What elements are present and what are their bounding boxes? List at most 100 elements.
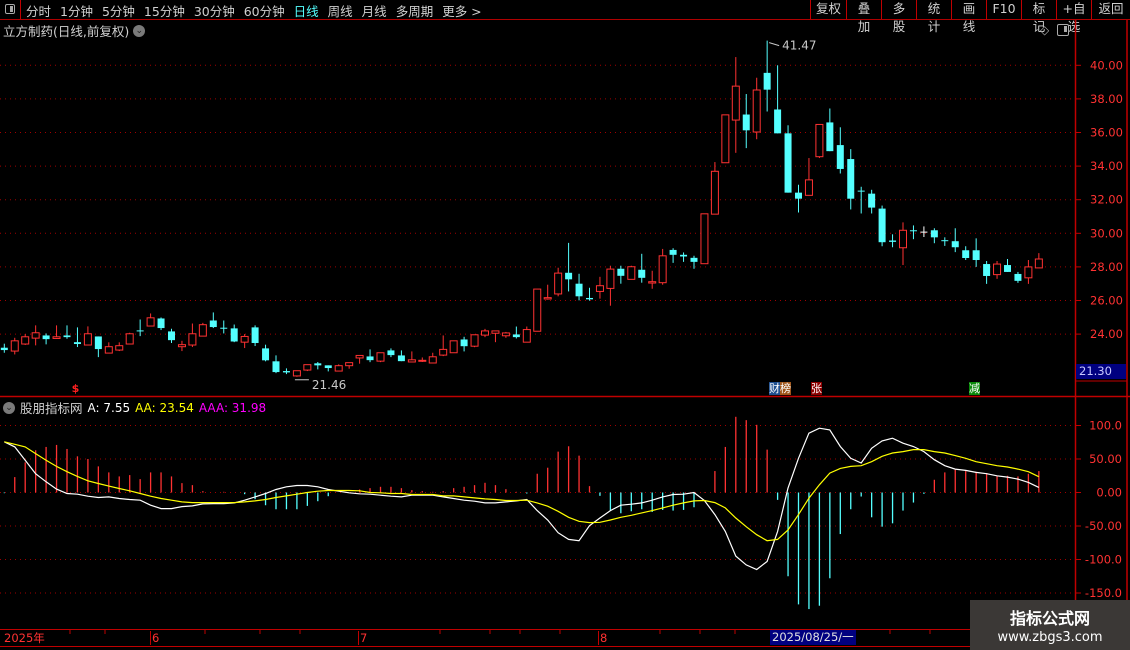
candle-body-down: [680, 254, 688, 257]
price-tick-label: 38.00: [1090, 92, 1123, 106]
indicator-tick-label: 0.00: [1096, 486, 1122, 500]
legend-aaa: AAA: 31.98: [198, 400, 267, 415]
chevron-down-icon[interactable]: ⌄: [133, 24, 146, 37]
candle-body-down: [868, 193, 876, 208]
candle-body-up: [481, 330, 489, 336]
candle-body-up: [899, 229, 907, 249]
candle-body-up: [428, 356, 437, 364]
panel-toggle-icon[interactable]: [1057, 24, 1070, 36]
watermark: 指标公式网 www.zbgs3.com: [970, 600, 1130, 650]
time-axis: 2025年 6 7 8 2025/08/25/一: [0, 629, 1130, 647]
watermark-title: 指标公式网: [1009, 609, 1090, 628]
indicator-tick-label: -150.0: [1085, 586, 1122, 600]
candle-body-up: [21, 336, 30, 345]
price-tick-label: 34.00: [1090, 159, 1123, 173]
candle-body-up: [658, 255, 667, 284]
price-tick-label: 40.00: [1090, 58, 1123, 72]
candle-body-down: [94, 336, 102, 350]
price-tick-label: 32.00: [1090, 193, 1123, 207]
candle-body-up: [115, 345, 124, 351]
candle-body-up: [407, 359, 416, 363]
price-tick-label: 30.00: [1090, 226, 1123, 240]
chevron-down-icon[interactable]: ⌄: [3, 401, 15, 414]
chart-canvas[interactable]: 40.00 38.00 36.00 34.00 32.00 30.00 28.00 26.00…: [0, 0, 1130, 650]
max-price-label: 41.47: [782, 39, 816, 53]
indicator-tick-label: 100.0: [1089, 419, 1122, 433]
time-label-june: 6: [150, 631, 160, 645]
marker-text: $: [71, 382, 80, 395]
time-label-year: 2025年: [4, 631, 45, 645]
candle-body-down: [262, 348, 270, 361]
candle-body-up: [292, 370, 301, 377]
candle-body-up: [146, 317, 155, 327]
candle-body-up: [533, 288, 542, 332]
max-arrow: [769, 42, 780, 47]
candle-body-down: [909, 230, 917, 232]
candle-body-up: [31, 332, 40, 339]
candle-body-up: [993, 263, 1002, 276]
candle-body-down: [983, 264, 991, 276]
candle-body-down: [774, 109, 782, 134]
candle-body-down: [282, 371, 290, 373]
candle-body-up: [710, 170, 719, 215]
dividend-marker[interactable]: $: [70, 382, 81, 395]
rise-marker[interactable]: 张: [811, 382, 822, 395]
pane-icons: ◇: [1040, 23, 1070, 37]
candle-body-down: [168, 331, 175, 341]
candle-body-down: [889, 240, 897, 242]
candle-body-down: [397, 355, 405, 362]
reduce-marker[interactable]: 减: [969, 382, 980, 395]
candle-body-down: [784, 133, 792, 193]
candle-body-down: [795, 192, 802, 199]
candle-body-down: [941, 240, 949, 242]
min-price-label: 21.46: [312, 378, 346, 392]
candle-body-down: [617, 268, 625, 276]
candle-body-up: [752, 89, 761, 133]
candle-body-up: [721, 114, 730, 164]
candle-body-down: [826, 122, 834, 152]
candle-body-down: [857, 190, 865, 192]
candle-body-up: [648, 281, 657, 284]
candle-body-down: [669, 249, 677, 255]
candle-body-up: [554, 272, 563, 295]
candle-body-down: [272, 361, 280, 373]
candle-body-down: [136, 330, 144, 332]
indicator-line-a: [4, 427, 1040, 571]
indicator-tick-label: -50.00: [1085, 519, 1122, 533]
candle-body-up: [627, 266, 636, 280]
candle-body-down: [586, 297, 593, 300]
cursor-date-label: 2025/08/25/一: [770, 630, 856, 645]
candle-body-down: [847, 159, 855, 199]
candle-body-up: [355, 354, 364, 359]
candle-body-up: [522, 329, 531, 343]
candle-body-down: [690, 257, 698, 262]
candle-body-down: [962, 250, 970, 258]
indicator-name[interactable]: 股朋指标网: [20, 398, 83, 417]
candle-body-up: [125, 333, 134, 345]
candle-body-down: [742, 114, 750, 131]
candle-body-down: [1004, 265, 1011, 272]
price-tick-label: 36.00: [1090, 126, 1123, 140]
candle-body-down: [930, 230, 938, 238]
candle-body-up: [240, 335, 249, 343]
candle-body-down: [920, 231, 928, 233]
ranking-marker[interactable]: 榜: [780, 382, 791, 395]
price-tick-label: 24.00: [1090, 327, 1123, 341]
indicator-tick-label: -100.0: [1085, 553, 1122, 567]
candle-body-up: [606, 268, 615, 289]
candle-body-down: [209, 320, 217, 328]
candle-body-down: [0, 347, 8, 351]
candle-body-down: [63, 335, 71, 338]
finance-marker[interactable]: 财: [769, 382, 780, 395]
candle-body-down: [220, 327, 228, 329]
watermark-url: www.zbgs3.com: [997, 630, 1103, 645]
diamond-icon[interactable]: ◇: [1040, 23, 1049, 37]
candle-body-down: [972, 250, 980, 261]
candle-body-down: [73, 342, 81, 345]
candle-body-up: [470, 334, 479, 347]
candle-body-down: [324, 365, 332, 369]
candle-body-down: [366, 356, 374, 361]
candle-body-up: [815, 123, 824, 158]
candle-body-up: [700, 213, 709, 265]
candle-body-up: [104, 346, 113, 354]
